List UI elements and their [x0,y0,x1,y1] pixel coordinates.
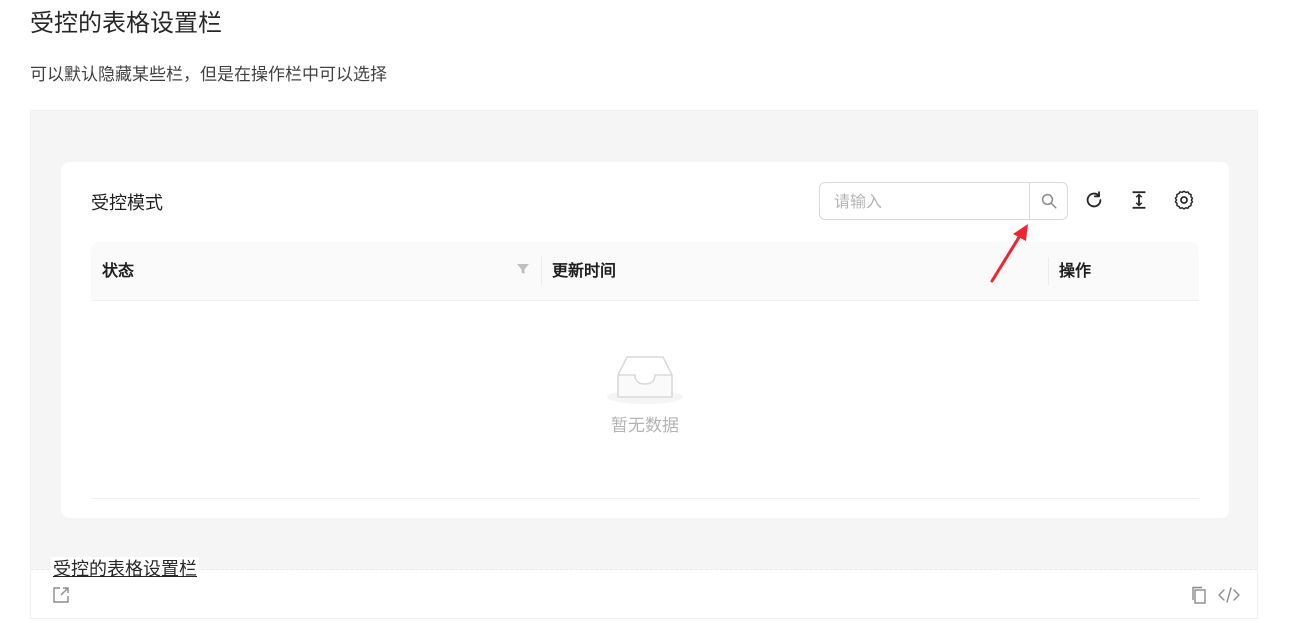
column-filter-button[interactable] [515,261,531,277]
search-button[interactable] [1029,182,1068,220]
demo-preview: 受控模式 请输入 状态 更新时间 操作 暂无数据 [31,111,1257,570]
density-button[interactable] [1127,188,1151,212]
setting-icon [1174,190,1194,210]
copy-code-button[interactable] [1189,585,1209,605]
search-input[interactable] [819,182,1029,220]
data-table: 状态 更新时间 操作 暂无数据 [91,242,1199,499]
table-body: 暂无数据 [91,301,1199,499]
column-settings-button[interactable] [1172,188,1196,212]
reload-icon [1086,191,1102,208]
column-header-actions[interactable]: 操作 [1059,242,1091,300]
demo-box: 受控模式 请输入 状态 更新时间 操作 暂无数据 受控的表格设置栏 [30,110,1258,619]
table-header: 状态 更新时间 操作 [91,242,1199,301]
code-icon [1218,587,1240,603]
column-separator [541,257,542,285]
search-icon [1041,193,1056,209]
page-title: 受控的表格设置栏 [30,9,222,37]
column-header-status[interactable]: 状态 [102,242,134,300]
empty-inbox-icon [607,356,683,404]
reload-button[interactable] [1082,188,1106,212]
column-header-updated-at[interactable]: 更新时间 [552,242,616,300]
external-link-icon [53,587,69,603]
filter-icon [517,264,529,274]
demo-title-link[interactable]: 受控的表格设置栏 [51,557,199,583]
column-height-icon [1132,191,1146,209]
search-group [819,182,1068,220]
empty-text: 暂无数据 [611,416,679,436]
empty-state: 暂无数据 [91,353,1199,436]
page-description: 可以默认隐藏某些栏，但是在操作栏中可以选择 [30,65,387,85]
copy-icon [1192,586,1206,604]
open-in-new-window-button[interactable] [51,585,71,605]
table-title: 受控模式 [91,193,163,214]
pro-table-card: 受控模式 请输入 状态 更新时间 操作 暂无数据 [61,162,1229,518]
column-separator [1048,257,1049,285]
show-code-button[interactable] [1217,585,1241,605]
